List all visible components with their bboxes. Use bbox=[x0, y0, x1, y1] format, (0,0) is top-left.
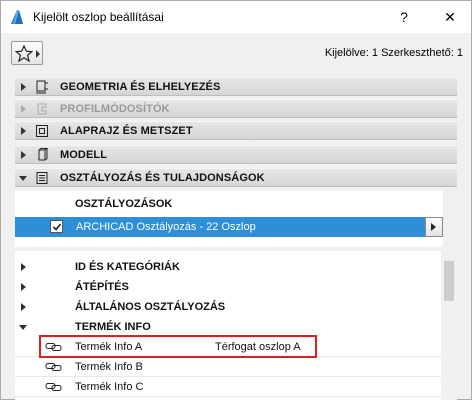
favorites-button[interactable] bbox=[11, 41, 43, 65]
link-icon bbox=[45, 363, 62, 371]
expand-arrow-icon bbox=[21, 127, 26, 135]
tree-group-label: ID ÉS KATEGÓRIÁK bbox=[75, 261, 180, 273]
panel-model[interactable]: MODELL bbox=[15, 145, 457, 164]
classification-section: OSZTÁLYOZÁSOK ARCHICAD Osztályozás - 22 … bbox=[15, 191, 457, 247]
scrollbar-thumb[interactable] bbox=[444, 261, 454, 301]
property-label: Termék Info C bbox=[75, 381, 144, 393]
panel-geometry[interactable]: GEOMETRIA ÉS ELHELYEZÉS bbox=[15, 77, 457, 96]
link-icon bbox=[45, 383, 62, 391]
tree-group-label: ÁLTALÁNOS OSZTÁLYOZÁS bbox=[75, 301, 226, 313]
tree-group-product-info[interactable]: TERMÉK INFO bbox=[15, 317, 441, 337]
expand-arrow-icon bbox=[21, 263, 26, 271]
dropdown-arrow-icon bbox=[36, 50, 40, 58]
classification-checkbox[interactable] bbox=[50, 220, 63, 233]
toolbar: Kijelölve: 1 Szerkeszthető: 1 bbox=[1, 33, 471, 73]
classification-header: OSZTÁLYOZÁSOK bbox=[75, 198, 173, 210]
profile-modifier-icon bbox=[37, 103, 47, 115]
collapse-arrow-icon bbox=[19, 176, 27, 181]
properties-scrollbar[interactable] bbox=[441, 251, 457, 400]
expand-arrow-icon bbox=[21, 105, 26, 113]
settings-dialog: Kijelölt oszlop beállításai ? ✕ Kijelölv… bbox=[0, 0, 472, 400]
star-icon bbox=[15, 45, 33, 62]
panel-label: OSZTÁLYOZÁS ÉS TULAJDONSÁGOK bbox=[60, 172, 265, 184]
title-bar: Kijelölt oszlop beállításai ? ✕ bbox=[1, 1, 471, 33]
panel-floorplan-section[interactable]: ALAPRAJZ ÉS METSZET bbox=[15, 121, 457, 140]
expand-arrow-icon bbox=[21, 303, 26, 311]
tree-group-label: TERMÉK INFO bbox=[75, 321, 151, 333]
classification-icon bbox=[36, 172, 48, 184]
window-title: Kijelölt oszlop beállításai bbox=[33, 10, 164, 24]
classification-dropdown-button[interactable] bbox=[425, 217, 443, 237]
panel-profile-modifiers[interactable]: PROFILMÓDOSÍTÓK bbox=[15, 99, 457, 118]
panel-label: PROFILMÓDOSÍTÓK bbox=[60, 103, 170, 115]
geometry-icon bbox=[36, 80, 48, 94]
property-row[interactable]: Termék Info C bbox=[15, 377, 441, 397]
property-label: Termék Info B bbox=[75, 361, 143, 373]
expand-arrow-icon bbox=[21, 283, 26, 291]
close-button[interactable]: ✕ bbox=[439, 6, 461, 28]
properties-tree: ID ÉS KATEGÓRIÁK ÁTÉPÍTÉS ÁLTALÁNOS OSZT… bbox=[15, 251, 457, 400]
help-button[interactable]: ? bbox=[393, 6, 415, 28]
classification-item-label: ARCHICAD Osztályozás - 22 Oszlop bbox=[76, 221, 256, 233]
panel-label: ALAPRAJZ ÉS METSZET bbox=[60, 125, 193, 137]
collapse-arrow-icon bbox=[19, 325, 27, 330]
classification-item[interactable]: ARCHICAD Osztályozás - 22 Oszlop bbox=[15, 217, 425, 237]
expand-arrow-icon bbox=[21, 151, 26, 159]
panel-label: MODELL bbox=[60, 149, 108, 161]
model-icon bbox=[38, 148, 49, 161]
tree-group-label: ÁTÉPÍTÉS bbox=[75, 281, 129, 293]
tree-group-renovation[interactable]: ÁTÉPÍTÉS bbox=[15, 277, 441, 297]
tree-group-general-classification[interactable]: ÁLTALÁNOS OSZTÁLYOZÁS bbox=[15, 297, 441, 317]
archicad-logo-icon bbox=[11, 10, 23, 24]
panel-label: GEOMETRIA ÉS ELHELYEZÉS bbox=[60, 81, 221, 93]
checkmark-icon bbox=[52, 223, 62, 231]
property-row[interactable]: Termék Info B bbox=[15, 357, 441, 377]
classification-scrollbar[interactable] bbox=[443, 191, 457, 247]
highlight-annotation bbox=[39, 335, 317, 358]
selection-status: Kijelölve: 1 Szerkeszthető: 1 bbox=[324, 47, 463, 59]
chevron-right-icon bbox=[431, 223, 436, 231]
panel-classification-properties[interactable]: OSZTÁLYOZÁS ÉS TULAJDONSÁGOK bbox=[15, 168, 457, 187]
tree-group-id-categories[interactable]: ID ÉS KATEGÓRIÁK bbox=[15, 257, 441, 277]
expand-arrow-icon bbox=[21, 83, 26, 91]
floorplan-icon bbox=[36, 125, 48, 137]
